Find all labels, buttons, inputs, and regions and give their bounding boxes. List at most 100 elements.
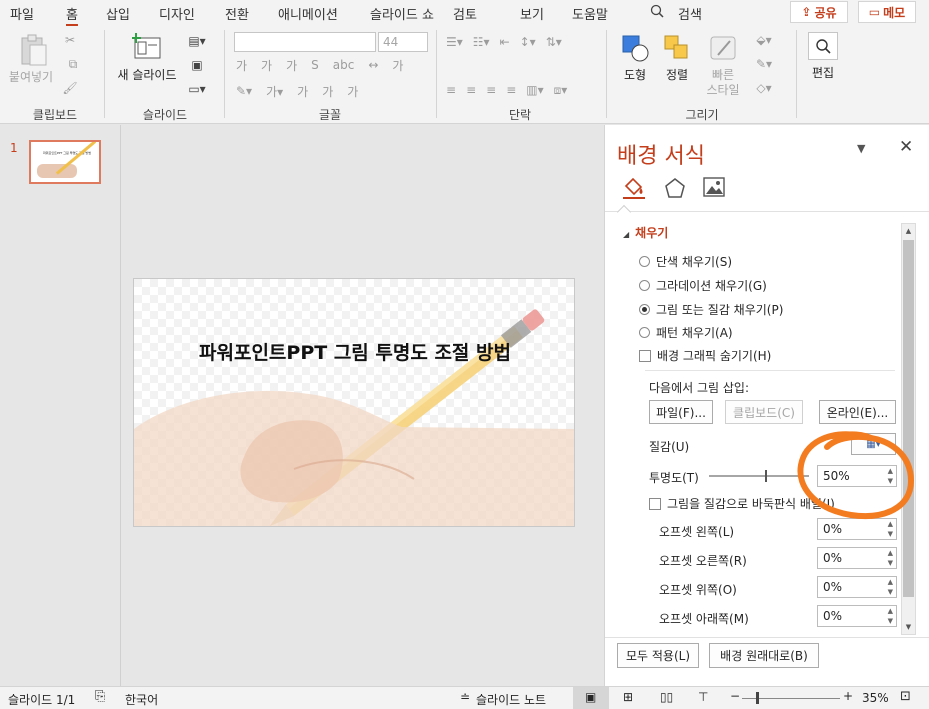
tab-design[interactable]: 디자인 bbox=[159, 4, 195, 23]
tab-review[interactable]: 검토 bbox=[453, 4, 477, 23]
find-icon[interactable] bbox=[808, 32, 838, 60]
fill-option-pattern[interactable]: 패턴 채우기(A) bbox=[639, 324, 733, 341]
reading-view-icon[interactable]: ▯▯ bbox=[660, 690, 673, 704]
offset-right-input[interactable]: 0% ▲ ▼ bbox=[817, 547, 897, 569]
change-case-icon[interactable]: 가 bbox=[392, 57, 403, 74]
tab-slideshow[interactable]: 슬라이드 쇼 bbox=[370, 4, 434, 23]
line-spacing-icon[interactable]: ↕▾ bbox=[520, 35, 536, 49]
tab-home[interactable]: 홈 bbox=[66, 4, 78, 23]
offset-top-input[interactable]: 0% ▲ ▼ bbox=[817, 576, 897, 598]
section-icon[interactable]: ▭▾ bbox=[184, 82, 210, 96]
radio-gradient[interactable] bbox=[639, 280, 650, 291]
editing-button[interactable]: 편집 bbox=[803, 66, 843, 81]
zoom-level[interactable]: 35% bbox=[862, 691, 889, 705]
online-button[interactable]: 온라인(E)... bbox=[819, 400, 896, 424]
justify-icon[interactable]: ≡ bbox=[506, 83, 516, 97]
fill-option-gradient[interactable]: 그라데이션 채우기(G) bbox=[639, 277, 767, 294]
numbering-icon[interactable]: ☷▾ bbox=[473, 35, 490, 49]
slide-canvas[interactable]: 파워포인트PPT 그림 투명도 조절 방법 bbox=[133, 278, 575, 527]
align-left-icon[interactable]: ≡ bbox=[446, 83, 456, 97]
strikethrough-icon[interactable]: abc bbox=[333, 58, 355, 72]
radio-pattern[interactable] bbox=[639, 327, 650, 338]
picture-tab-icon[interactable] bbox=[703, 177, 729, 199]
offset-bottom-input[interactable]: 0% ▲ ▼ bbox=[817, 605, 897, 627]
fill-option-picture[interactable]: 그림 또는 질감 채우기(P) bbox=[639, 301, 783, 318]
radio-solid[interactable] bbox=[639, 256, 650, 267]
tab-help[interactable]: 도움말 bbox=[572, 4, 608, 23]
slide-thumbnail[interactable]: 파워포인트PPT 그림 투명도 조절 방법 bbox=[29, 140, 101, 184]
apply-all-button[interactable]: 모두 적용(L) bbox=[617, 643, 699, 668]
columns-icon[interactable]: ▥▾ bbox=[526, 83, 543, 97]
zoom-in-icon[interactable]: + bbox=[843, 689, 853, 703]
shadow-icon[interactable]: S bbox=[311, 58, 319, 72]
notes-button[interactable]: 슬라이드 노트 bbox=[476, 691, 546, 708]
fill-tab-icon[interactable] bbox=[621, 176, 651, 202]
fill-section-header[interactable]: ◢ 채우기 bbox=[623, 224, 668, 241]
zoom-out-icon[interactable]: − bbox=[730, 689, 740, 703]
hide-graphics-checkbox[interactable] bbox=[639, 350, 651, 362]
bold-icon[interactable]: 가 bbox=[236, 57, 247, 74]
format-painter-icon[interactable]: 🖌 bbox=[62, 80, 78, 96]
notes-icon[interactable]: ≐ bbox=[460, 690, 470, 704]
copy-icon[interactable]: ⧉ bbox=[62, 56, 84, 72]
zoom-slider-thumb[interactable] bbox=[756, 692, 759, 704]
search-icon[interactable] bbox=[650, 4, 664, 22]
arrange-icon[interactable] bbox=[660, 32, 694, 64]
spellcheck-icon[interactable]: ⎘ bbox=[95, 689, 105, 704]
slide-title[interactable]: 파워포인트PPT 그림 투명도 조절 방법 bbox=[134, 338, 574, 365]
tab-animations[interactable]: 애니메이션 bbox=[278, 4, 338, 23]
text-direction-icon[interactable]: ⇅▾ bbox=[546, 35, 562, 49]
tab-view[interactable]: 보기 bbox=[520, 4, 544, 23]
close-icon[interactable]: ✕ bbox=[899, 137, 913, 157]
normal-view-button[interactable]: ▣ bbox=[573, 687, 609, 709]
language-indicator[interactable]: 한국어 bbox=[125, 691, 158, 708]
tile-checkbox[interactable] bbox=[649, 498, 661, 510]
tab-insert[interactable]: 삽입 bbox=[106, 4, 130, 23]
shape-effects-icon[interactable]: ◇▾ bbox=[752, 80, 776, 96]
reset-slide-icon[interactable]: ▣ bbox=[184, 58, 210, 72]
reset-background-button[interactable]: 배경 원래대로(B) bbox=[709, 643, 819, 668]
layout-icon[interactable]: ▤▾ bbox=[184, 34, 210, 48]
new-slide-button[interactable]: 새 슬라이드 bbox=[112, 68, 182, 83]
sorter-view-icon[interactable]: ⊞ bbox=[623, 690, 633, 704]
underline-icon[interactable]: 가 bbox=[286, 57, 297, 74]
align-right-icon[interactable]: ≡ bbox=[486, 83, 496, 97]
fit-to-window-icon[interactable]: ⊡ bbox=[900, 689, 911, 704]
tab-file[interactable]: 파일 bbox=[10, 4, 34, 23]
indent-icon[interactable]: ⇤ bbox=[500, 35, 510, 49]
effects-tab-icon[interactable] bbox=[663, 176, 689, 200]
share-button[interactable]: ⇪ 공유 bbox=[790, 1, 848, 23]
italic-icon[interactable]: 가 bbox=[261, 57, 272, 74]
pane-options-icon[interactable]: ▼ bbox=[857, 142, 865, 155]
transparency-slider-thumb[interactable] bbox=[765, 470, 767, 482]
align-center-icon[interactable]: ≡ bbox=[466, 83, 476, 97]
quick-styles-icon[interactable] bbox=[706, 32, 740, 64]
shapes-icon[interactable] bbox=[618, 32, 652, 64]
cut-icon[interactable]: ✂ bbox=[62, 32, 78, 48]
zoom-slider[interactable] bbox=[742, 692, 840, 704]
scroll-up-icon[interactable]: ▲ bbox=[902, 224, 915, 238]
fill-option-solid[interactable]: 단색 채우기(S) bbox=[639, 253, 732, 270]
slideshow-view-icon[interactable]: ⊤ bbox=[698, 690, 708, 704]
comments-button[interactable]: ▭ 메모 bbox=[858, 1, 916, 23]
char-spacing-icon[interactable]: ↔ bbox=[368, 58, 378, 72]
spinner-arrows-icon[interactable]: ▲ ▼ bbox=[888, 577, 893, 597]
smartart-icon[interactable]: ⧈▾ bbox=[554, 83, 568, 98]
spinner-arrows-icon[interactable]: ▲ ▼ bbox=[888, 606, 893, 626]
scroll-thumb[interactable] bbox=[903, 240, 914, 597]
search-box[interactable]: 검색 bbox=[678, 4, 702, 23]
paste-icon[interactable] bbox=[16, 32, 50, 68]
new-slide-icon[interactable] bbox=[130, 32, 164, 62]
font-color-icon[interactable]: 가▾ bbox=[266, 83, 283, 100]
quick-styles-button[interactable]: 빠른 스타일 bbox=[700, 68, 746, 98]
hide-graphics-option[interactable]: 배경 그래픽 숨기기(H) bbox=[639, 347, 771, 364]
file-button[interactable]: 파일(F)... bbox=[649, 400, 713, 424]
shapes-button[interactable]: 도형 bbox=[615, 68, 655, 83]
highlight-icon[interactable]: ✎▾ bbox=[236, 84, 252, 98]
clear-format-icon[interactable]: 가 bbox=[347, 83, 358, 100]
font-name-box[interactable] bbox=[234, 32, 376, 52]
spinner-arrows-icon[interactable]: ▲ ▼ bbox=[888, 548, 893, 568]
tab-transitions[interactable]: 전환 bbox=[225, 4, 249, 23]
font-shrink-icon[interactable]: 가 bbox=[322, 83, 333, 100]
shape-fill-icon[interactable]: ⬙▾ bbox=[752, 32, 776, 48]
